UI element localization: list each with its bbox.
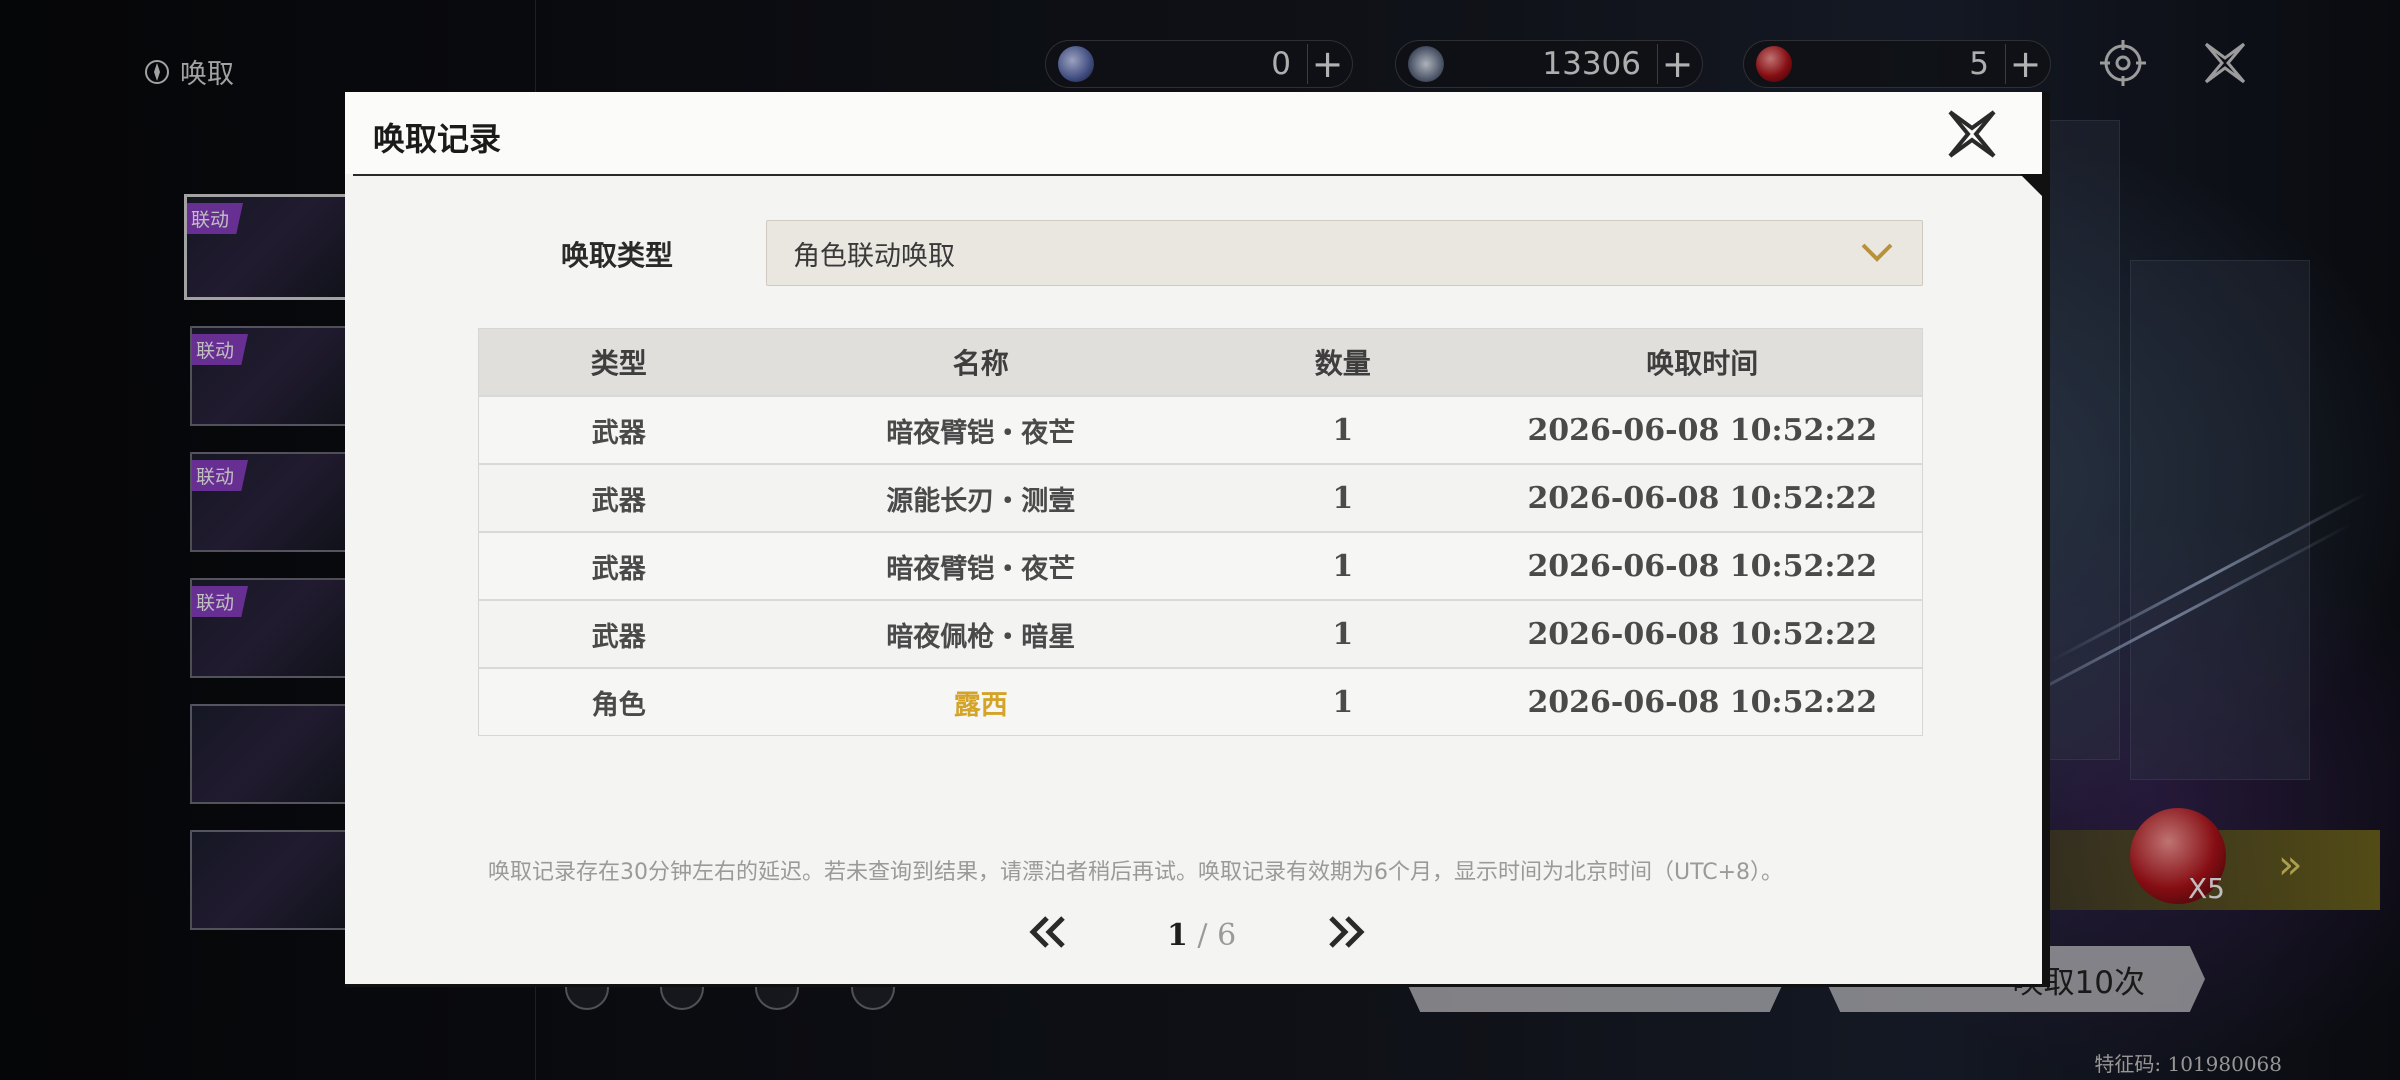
table-row: 武器 暗夜佩枪・暗星 1 2026-06-08 10:52:22	[479, 599, 1922, 667]
cell-count: 1	[1332, 548, 1354, 584]
table-header-row: 类型 名称 数量 唤取时间	[479, 329, 1922, 395]
cell-time: 2026-06-08 10:52:22	[1527, 616, 1878, 652]
cell-name: 源能长刃・测壹	[886, 485, 1076, 517]
double-chevron-right-icon[interactable]	[1325, 914, 1367, 950]
close-icon[interactable]	[1942, 104, 2002, 164]
cell-time: 2026-06-08 10:52:22	[1527, 684, 1878, 720]
total-pages: 6	[1217, 918, 1237, 953]
cell-count: 1	[1332, 616, 1354, 652]
cell-count: 1	[1332, 480, 1354, 516]
table-row: 武器 暗夜臂铠・夜芒 1 2026-06-08 10:52:22	[479, 395, 1922, 463]
cell-type: 武器	[591, 553, 646, 585]
table-row: 角色 露西 1 2026-06-08 10:52:22	[479, 667, 1922, 735]
page-separator: /	[1197, 918, 1208, 953]
page-indicator: 1 / 6	[1167, 918, 1236, 953]
table-row: 武器 暗夜臂铠・夜芒 1 2026-06-08 10:52:22	[479, 531, 1922, 599]
pull-type-label: 唤取类型	[561, 239, 674, 272]
cell-name: 暗夜臂铠・夜芒	[886, 553, 1076, 585]
record-notice: 唤取记录存在30分钟左右的延迟。若未查询到结果，请漂泊者稍后再试。唤取记录有效期…	[488, 860, 1784, 885]
column-header-count: 数量	[1314, 347, 1371, 380]
cell-name-highlighted: 露西	[953, 689, 1008, 721]
column-header-time: 唤取时间	[1646, 347, 1759, 380]
pull-record-modal: 唤取记录 唤取类型 角色联动唤取 类型 名称 数量 唤取时间 武器 暗夜臂铠・夜…	[345, 92, 2050, 987]
cell-count: 1	[1332, 684, 1354, 720]
double-chevron-left-icon[interactable]	[1027, 914, 1069, 950]
cell-type: 武器	[591, 621, 646, 653]
cell-name: 暗夜臂铠・夜芒	[886, 417, 1076, 449]
modal-title: 唤取记录	[373, 120, 502, 158]
column-header-type: 类型	[590, 347, 647, 380]
table-row: 武器 源能长刃・测壹 1 2026-06-08 10:52:22	[479, 463, 1922, 531]
cell-time: 2026-06-08 10:52:22	[1527, 412, 1878, 448]
chevron-down-icon	[1861, 243, 1893, 262]
cell-time: 2026-06-08 10:52:22	[1527, 548, 1878, 584]
cell-name: 暗夜佩枪・暗星	[886, 621, 1076, 653]
cell-time: 2026-06-08 10:52:22	[1527, 480, 1878, 516]
pagination: 1 / 6	[1027, 910, 1367, 958]
cell-type: 角色	[591, 689, 646, 721]
pull-type-value: 角色联动唤取	[793, 240, 955, 272]
cell-type: 武器	[591, 485, 646, 517]
modal-header: 唤取记录	[345, 92, 2050, 204]
header-corner	[2020, 174, 2050, 204]
pull-type-select[interactable]: 角色联动唤取	[766, 220, 1923, 286]
current-page: 1	[1167, 918, 1188, 953]
cell-count: 1	[1332, 412, 1354, 448]
pull-record-table: 类型 名称 数量 唤取时间 武器 暗夜臂铠・夜芒 1 2026-06-08 10…	[478, 328, 1923, 736]
column-header-name: 名称	[952, 347, 1009, 380]
header-divider	[353, 174, 2022, 176]
cell-type: 武器	[591, 417, 646, 449]
